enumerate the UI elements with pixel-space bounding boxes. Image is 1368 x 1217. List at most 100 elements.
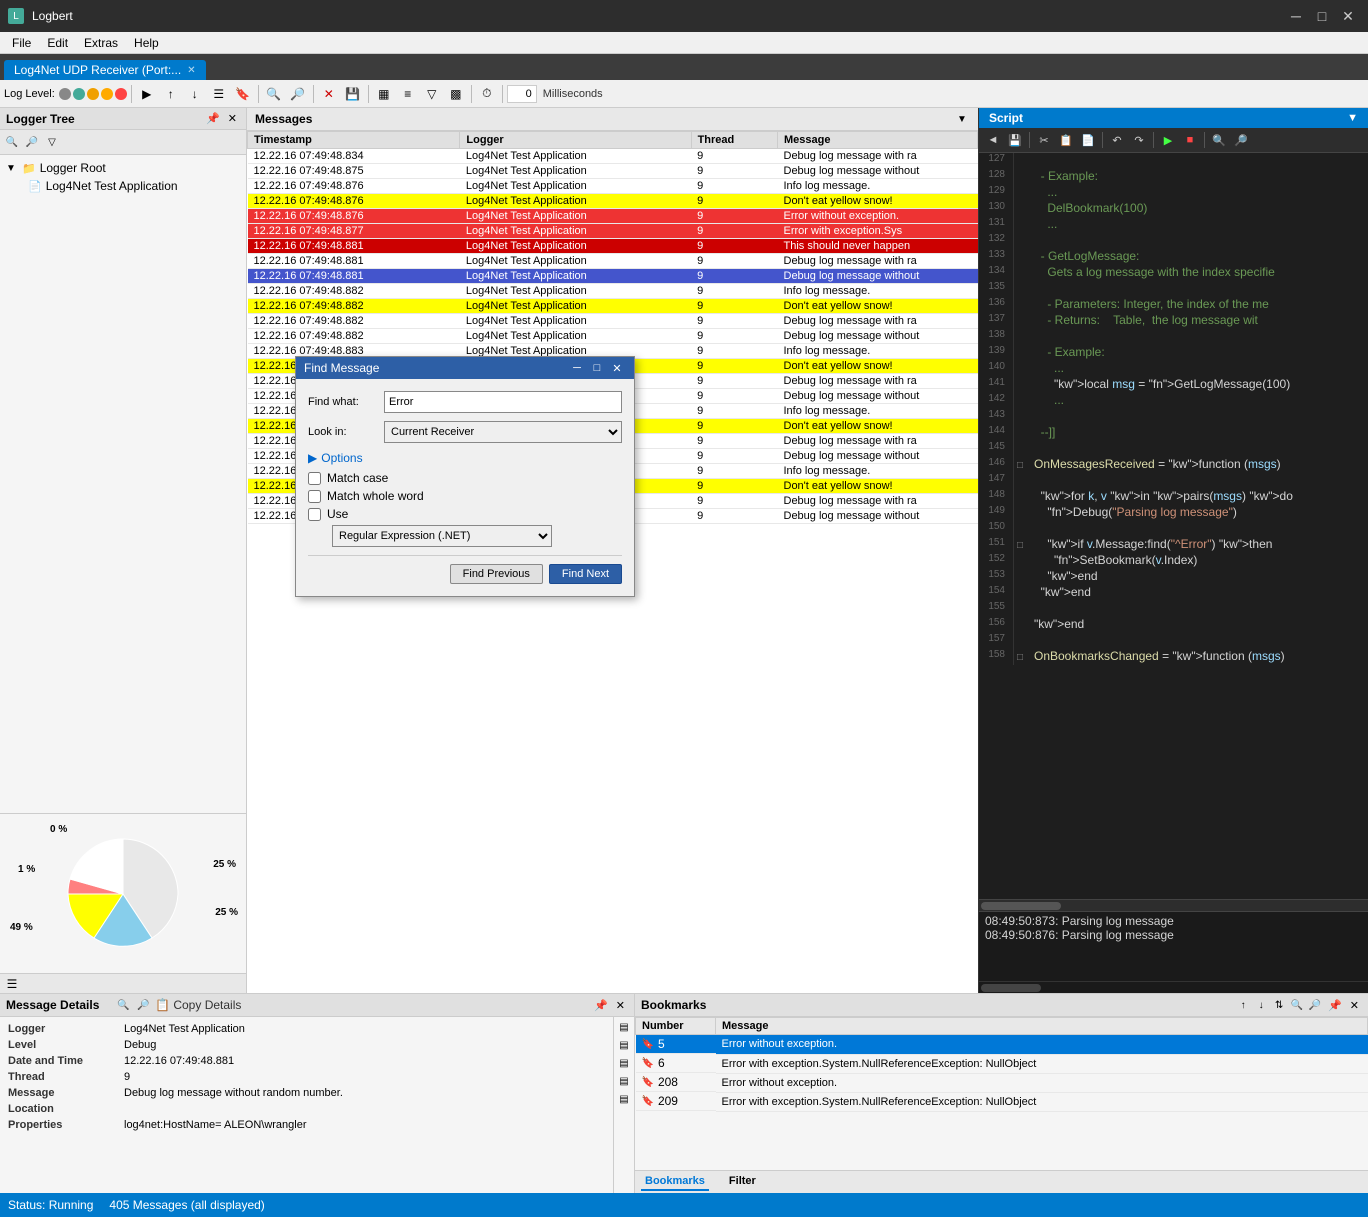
up-btn[interactable]: ↑ [160,83,182,105]
grid-btn[interactable]: ▦ [373,83,395,105]
details-action-5[interactable]: ▤ [616,1091,632,1107]
options-toggle[interactable]: ▶ Options [308,451,622,465]
menu-file[interactable]: File [4,34,39,52]
table-row[interactable]: 12.22.16 07:49:48.876Log4Net Test Applic… [248,179,978,194]
table-row[interactable]: 12.22.16 07:49:48.881Log4Net Test Applic… [248,269,978,284]
find-dialog-minimize[interactable]: ─ [568,362,586,375]
filter-btn[interactable]: ▽ [421,83,443,105]
bookmark-btn[interactable]: 🔖 [232,83,254,105]
bm-nav-up-btn[interactable]: ↑ [1235,997,1251,1013]
menu-extras[interactable]: Extras [76,34,126,52]
list-btn[interactable]: ☰ [208,83,230,105]
find-dialog-close[interactable]: ✕ [608,362,626,375]
find-dialog-maximize[interactable]: □ [588,362,606,375]
menu-help[interactable]: Help [126,34,167,52]
script-redo-btn[interactable]: ↷ [1129,130,1149,150]
details-search-btn[interactable]: 🔍 [115,997,131,1013]
tree-filter-btn[interactable]: ▽ [43,133,61,151]
bookmarks-table-wrap[interactable]: Number Message 🔖5Error without exception… [635,1017,1368,1170]
details-action-3[interactable]: ▤ [616,1055,632,1071]
line-expand-icon[interactable]: □ [1014,537,1026,553]
level-debug-dot[interactable] [73,88,85,100]
script-replace-btn[interactable]: 🔎 [1231,130,1251,150]
level-trace-dot[interactable] [59,88,71,100]
bm-search-btn[interactable]: 🔍 [1289,997,1305,1013]
script-content[interactable]: 127 128 - Example:129 ...130 DelBookmark… [979,153,1368,899]
level-error-dot[interactable] [115,88,127,100]
tree-search-btn[interactable]: 🔍 [3,133,21,151]
down-btn[interactable]: ↓ [184,83,206,105]
table-row[interactable]: 12.22.16 07:49:48.876Log4Net Test Applic… [248,209,978,224]
tab-log4net[interactable]: Log4Net UDP Receiver (Port:... ✕ [4,60,206,80]
table-row[interactable]: 12.22.16 07:49:48.881Log4Net Test Applic… [248,239,978,254]
list-item[interactable]: 🔖208Error without exception. [636,1073,1368,1092]
script-cut-btn[interactable]: ✂ [1034,130,1054,150]
bm-tab-bookmarks[interactable]: Bookmarks [641,1173,709,1191]
line-expand-icon[interactable]: □ [1014,649,1026,665]
script-log[interactable]: 08:49:50:873: Parsing log message08:49:5… [979,911,1368,981]
tree-child[interactable]: 📄 Log4Net Test Application [4,177,242,195]
script-search-btn[interactable]: 🔍 [1209,130,1229,150]
menu-edit[interactable]: Edit [39,34,76,52]
script-hscroll[interactable] [979,899,1368,911]
script-run-btn[interactable]: ▶ [1158,130,1178,150]
details-zoom-btn[interactable]: 🔎 [135,997,151,1013]
lines-btn[interactable]: ≡ [397,83,419,105]
table-row[interactable]: 12.22.16 07:49:48.834Log4Net Test Applic… [248,149,978,164]
zoom-in-btn[interactable]: 🔍 [263,83,285,105]
close-panel-btn[interactable]: ✕ [225,111,240,126]
table-row[interactable]: 12.22.16 07:49:48.877Log4Net Test Applic… [248,224,978,239]
bm-zoom-btn[interactable]: 🔎 [1307,997,1323,1013]
stats-btn[interactable]: ▩ [445,83,467,105]
details-action-4[interactable]: ▤ [616,1073,632,1089]
messages-dropdown[interactable]: ▼ [954,111,970,127]
match-whole-word-checkbox[interactable] [308,490,321,503]
find-previous-button[interactable]: Find Previous [450,564,543,584]
bm-nav-all-btn[interactable]: ⇅ [1271,997,1287,1013]
play-btn[interactable]: ▶ [136,83,158,105]
list-item[interactable]: 🔖6Error with exception.System.NullRefere… [636,1054,1368,1073]
maximize-button[interactable]: □ [1310,4,1334,28]
details-action-1[interactable]: ▤ [616,1019,632,1035]
minimize-button[interactable]: ─ [1284,4,1308,28]
table-row[interactable]: 12.22.16 07:49:48.881Log4Net Test Applic… [248,254,978,269]
table-row[interactable]: 12.22.16 07:49:48.882Log4Net Test Applic… [248,284,978,299]
script-back-btn[interactable]: ◄ [983,130,1003,150]
pin-btn[interactable]: 📌 [203,111,223,126]
table-row[interactable]: 12.22.16 07:49:48.882Log4Net Test Applic… [248,314,978,329]
copy-details-button[interactable]: 📋 Copy Details [155,998,241,1012]
script-save-btn[interactable]: 💾 [1005,130,1025,150]
find-what-input[interactable] [384,391,622,413]
line-expand-icon[interactable]: □ [1014,457,1026,473]
clear-btn[interactable]: ✕ [318,83,340,105]
find-next-button[interactable]: Find Next [549,564,622,584]
tree-root[interactable]: ▼ 📁 Logger Root [4,159,242,177]
tab-close-icon[interactable]: ✕ [187,65,195,76]
left-status-btn[interactable]: ☰ [4,976,20,992]
table-row[interactable]: 12.22.16 07:49:48.882Log4Net Test Applic… [248,329,978,344]
bm-close-btn[interactable]: ✕ [1347,998,1362,1013]
script-log-hscroll[interactable] [979,981,1368,993]
table-row[interactable]: 12.22.16 07:49:48.875Log4Net Test Applic… [248,164,978,179]
zoom-out-btn[interactable]: 🔎 [287,83,309,105]
list-item[interactable]: 🔖5Error without exception. [636,1035,1368,1055]
regex-select[interactable]: Regular Expression (.NET) [332,525,552,547]
details-action-2[interactable]: ▤ [616,1037,632,1053]
close-button[interactable]: ✕ [1336,4,1360,28]
script-copy-btn[interactable]: 📋 [1056,130,1076,150]
table-row[interactable]: 12.22.16 07:49:48.882Log4Net Test Applic… [248,299,978,314]
script-dropdown-btn[interactable]: ▼ [1347,112,1358,124]
level-warn-dot[interactable] [101,88,113,100]
look-in-select[interactable]: Current Receiver [384,421,622,443]
details-close-btn[interactable]: ✕ [613,998,628,1013]
script-stop-btn[interactable]: ■ [1180,130,1200,150]
bm-nav-down-btn[interactable]: ↓ [1253,997,1269,1013]
list-item[interactable]: 🔖209Error with exception.System.NullRefe… [636,1092,1368,1111]
level-info-dot[interactable] [87,88,99,100]
save-btn[interactable]: 💾 [342,83,364,105]
bm-pin-btn[interactable]: 📌 [1325,998,1345,1013]
match-case-checkbox[interactable] [308,472,321,485]
details-pin-btn[interactable]: 📌 [591,998,611,1013]
bm-tab-filter[interactable]: Filter [725,1173,760,1191]
script-undo-btn[interactable]: ↶ [1107,130,1127,150]
